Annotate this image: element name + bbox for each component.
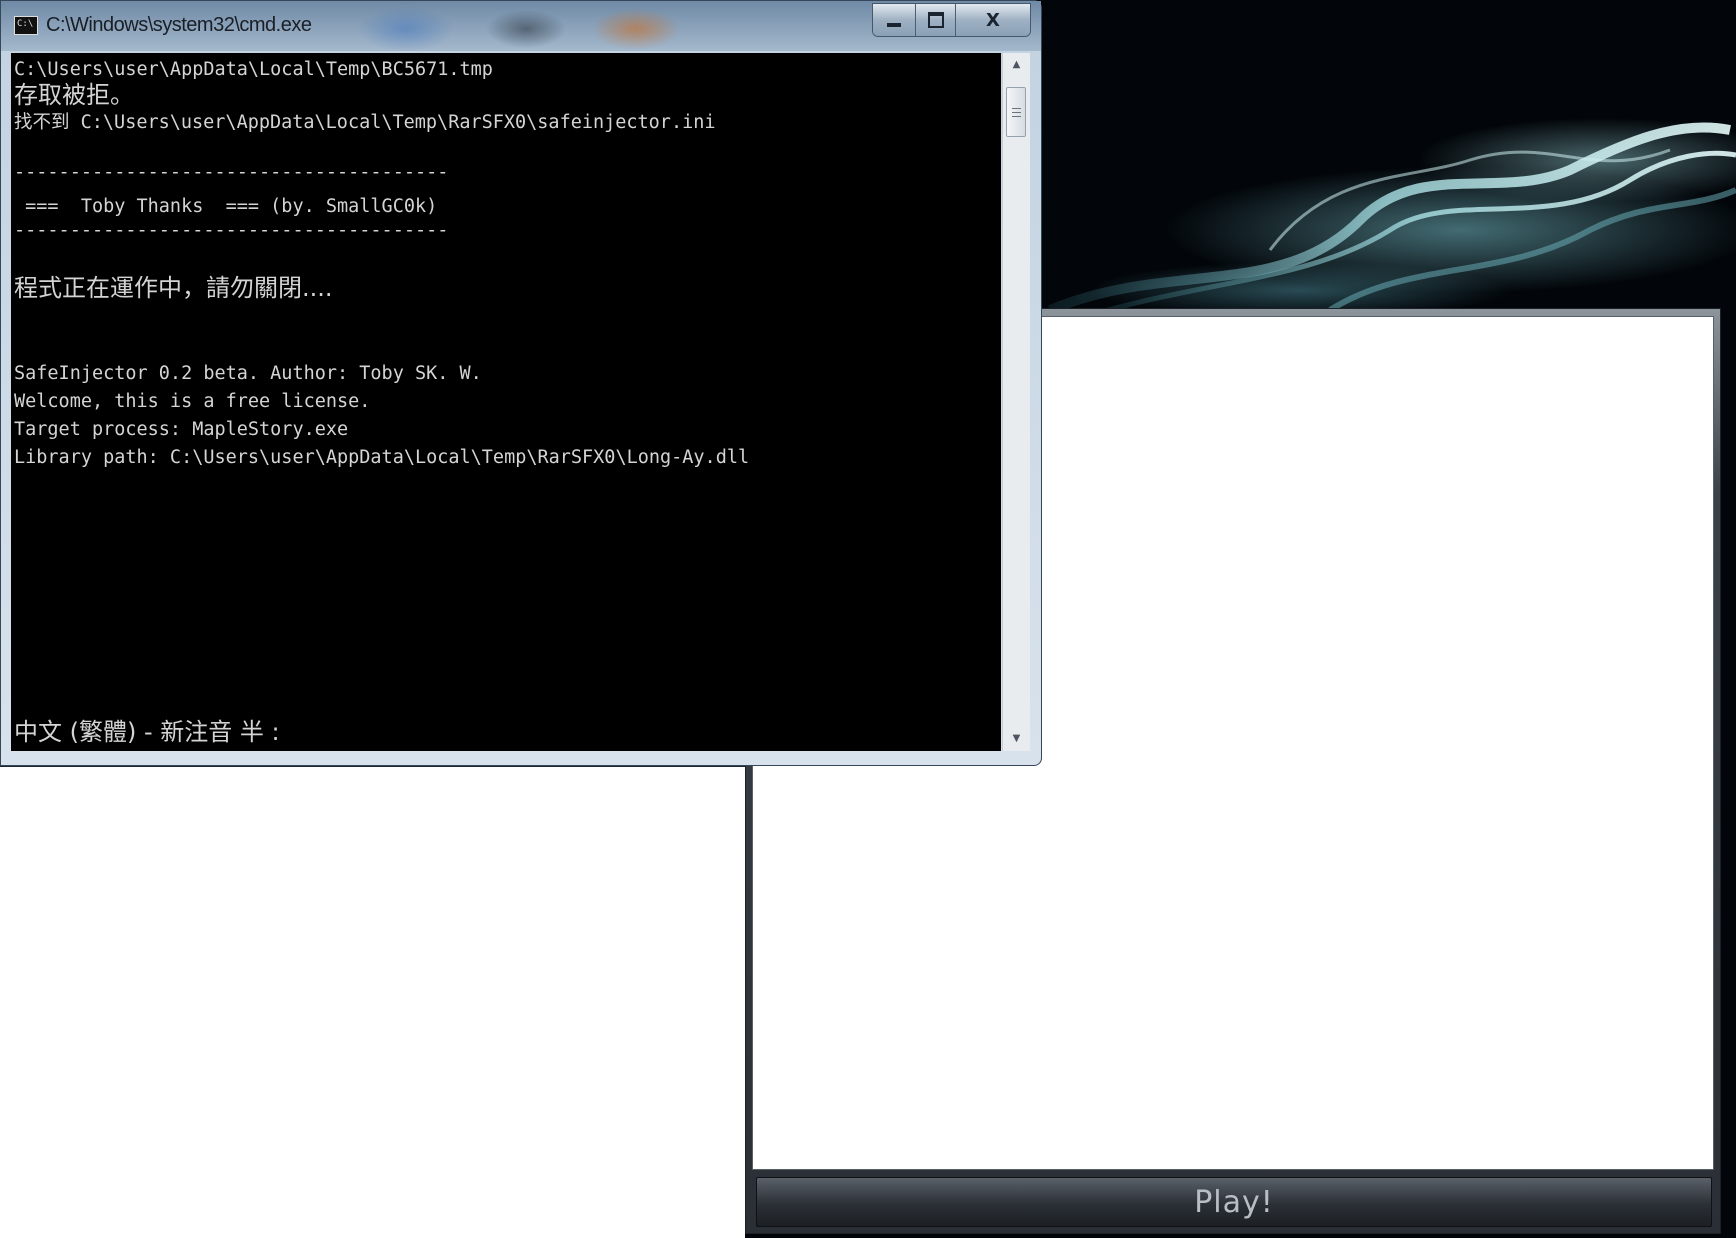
console-line: === Toby Thanks === (by. SmallGC0k) (14, 196, 438, 217)
cmd-window-title: C:\Windows\system32\cmd.exe (46, 14, 312, 36)
console-line: 存取被拒。 (14, 81, 134, 109)
play-button[interactable]: Play! (756, 1177, 1712, 1227)
maximize-button[interactable] (916, 4, 956, 36)
blank-window-area (0, 767, 745, 1238)
scroll-thumb[interactable] (1006, 87, 1026, 137)
console-line: Welcome, this is a free license. (14, 391, 371, 412)
console-scrollbar[interactable]: ▲ ▼ (1002, 53, 1030, 751)
cmd-window: C:\ C:\Windows\system32\cmd.exe X C:\Use… (0, 0, 1042, 766)
console-line: C:\Users\user\AppData\Local\Temp\BC5671.… (14, 59, 493, 80)
cmd-icon[interactable]: C:\ (14, 16, 38, 35)
window-controls: X (872, 3, 1031, 37)
close-button[interactable]: X (956, 4, 1030, 36)
scroll-down-arrow-icon[interactable]: ▼ (1003, 727, 1030, 751)
console-line: --------------------------------------- (14, 162, 449, 183)
maximize-icon (927, 12, 944, 28)
console-line: Target process: MapleStory.exe (14, 419, 349, 440)
console-line: Library path: C:\Users\user\AppData\Loca… (14, 447, 750, 468)
thumb-grip (1012, 112, 1021, 113)
console-line: 程式正在運作中，請勿關閉.... (14, 274, 333, 302)
minimize-button[interactable] (873, 4, 916, 36)
console-line: 找不到 C:\Users\user\AppData\Local\Temp\Rar… (14, 112, 716, 133)
console-output[interactable]: C:\Users\user\AppData\Local\Temp\BC5671.… (11, 53, 1001, 751)
thumb-grip (1012, 108, 1021, 109)
scroll-up-arrow-icon[interactable]: ▲ (1003, 53, 1030, 77)
thumb-grip (1012, 116, 1021, 117)
ime-status-line: 中文 (繁體) - 新注音 半 : (14, 718, 280, 746)
minimize-icon (887, 23, 901, 27)
console-line: SafeInjector 0.2 beta. Author: Toby SK. … (14, 363, 482, 384)
smoke-wallpaper-art (1048, 122, 1736, 318)
cmd-titlebar[interactable]: C:\ C:\Windows\system32\cmd.exe X (1, 1, 1041, 51)
console-line: --------------------------------------- (14, 220, 449, 241)
